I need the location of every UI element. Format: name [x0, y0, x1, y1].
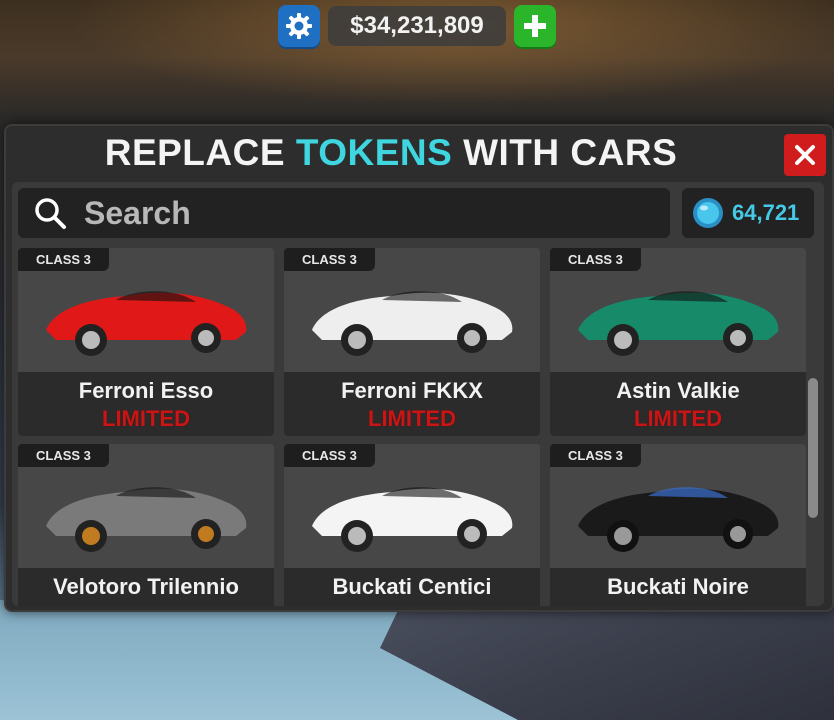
car-icon: [578, 291, 779, 356]
modal-title: REPLACE TOKENS WITH CARS: [6, 132, 776, 176]
title-accent: TOKENS: [295, 132, 453, 173]
car-card[interactable]: CLASS 3 Buckati Centici: [284, 444, 540, 606]
token-balance: 64,721: [682, 188, 814, 238]
car-info: Ferroni Esso LIMITED: [18, 372, 274, 436]
class-badge: CLASS 3: [550, 444, 641, 467]
car-name: Ferroni Esso: [78, 378, 214, 403]
token-icon: [693, 198, 723, 228]
class-badge: CLASS 3: [18, 248, 109, 271]
class-badge: CLASS 3: [284, 444, 375, 467]
limited-tag: LIMITED: [634, 406, 722, 431]
car-name: Buckati Centici: [332, 574, 492, 599]
search-bar: [18, 188, 670, 238]
car-info: Buckati Noire: [550, 568, 806, 606]
car-info: Astin Valkie LIMITED: [550, 372, 806, 436]
car-icon: [578, 487, 779, 552]
car-card[interactable]: CLASS 3 Ferroni Esso LIMITED: [18, 248, 274, 436]
gear-icon: [286, 13, 312, 39]
title-part1: REPLACE: [104, 132, 296, 173]
car-name: Buckati Noire: [607, 574, 749, 599]
car-name: Ferroni FKKX: [341, 378, 483, 403]
modal-content: 64,721 CLASS 3 Ferroni Esso LIMITED: [12, 182, 824, 606]
plus-icon: [524, 15, 546, 37]
car-info: Buckati Centici: [284, 568, 540, 606]
money-display: $34,231,809: [328, 6, 506, 46]
car-icon: [312, 487, 513, 552]
car-info: Velotoro Trilennio: [18, 568, 274, 606]
close-icon: [795, 145, 815, 165]
car-card[interactable]: CLASS 3 Buckati Noire: [550, 444, 806, 606]
add-money-button[interactable]: [514, 5, 556, 47]
search-icon: [30, 193, 70, 233]
limited-tag: LIMITED: [368, 406, 456, 431]
token-count: 64,721: [732, 200, 800, 225]
class-badge: CLASS 3: [18, 444, 109, 467]
class-badge: CLASS 3: [284, 248, 375, 271]
scrollbar[interactable]: [808, 378, 818, 518]
car-grid: CLASS 3 Ferroni Esso LIMITED CLASS 3 Fer…: [18, 248, 806, 606]
car-icon: [312, 291, 513, 356]
car-name: Velotoro Trilennio: [53, 574, 239, 599]
car-card[interactable]: CLASS 3 Velotoro Trilennio: [18, 444, 274, 606]
car-info: Ferroni FKKX LIMITED: [284, 372, 540, 436]
search-input[interactable]: [82, 193, 646, 233]
replace-tokens-modal: REPLACE TOKENS WITH CARS 64,721: [4, 124, 834, 612]
title-part2: WITH CARS: [452, 132, 678, 173]
close-button[interactable]: [784, 134, 826, 176]
car-name: Astin Valkie: [616, 378, 740, 403]
car-icon: [46, 487, 247, 552]
settings-button[interactable]: [278, 5, 320, 47]
class-badge: CLASS 3: [550, 248, 641, 271]
top-bar: $34,231,809: [278, 4, 556, 48]
limited-tag: LIMITED: [102, 406, 190, 431]
car-icon: [46, 291, 247, 356]
car-card[interactable]: CLASS 3 Astin Valkie LIMITED: [550, 248, 806, 436]
car-card[interactable]: CLASS 3 Ferroni FKKX LIMITED: [284, 248, 540, 436]
